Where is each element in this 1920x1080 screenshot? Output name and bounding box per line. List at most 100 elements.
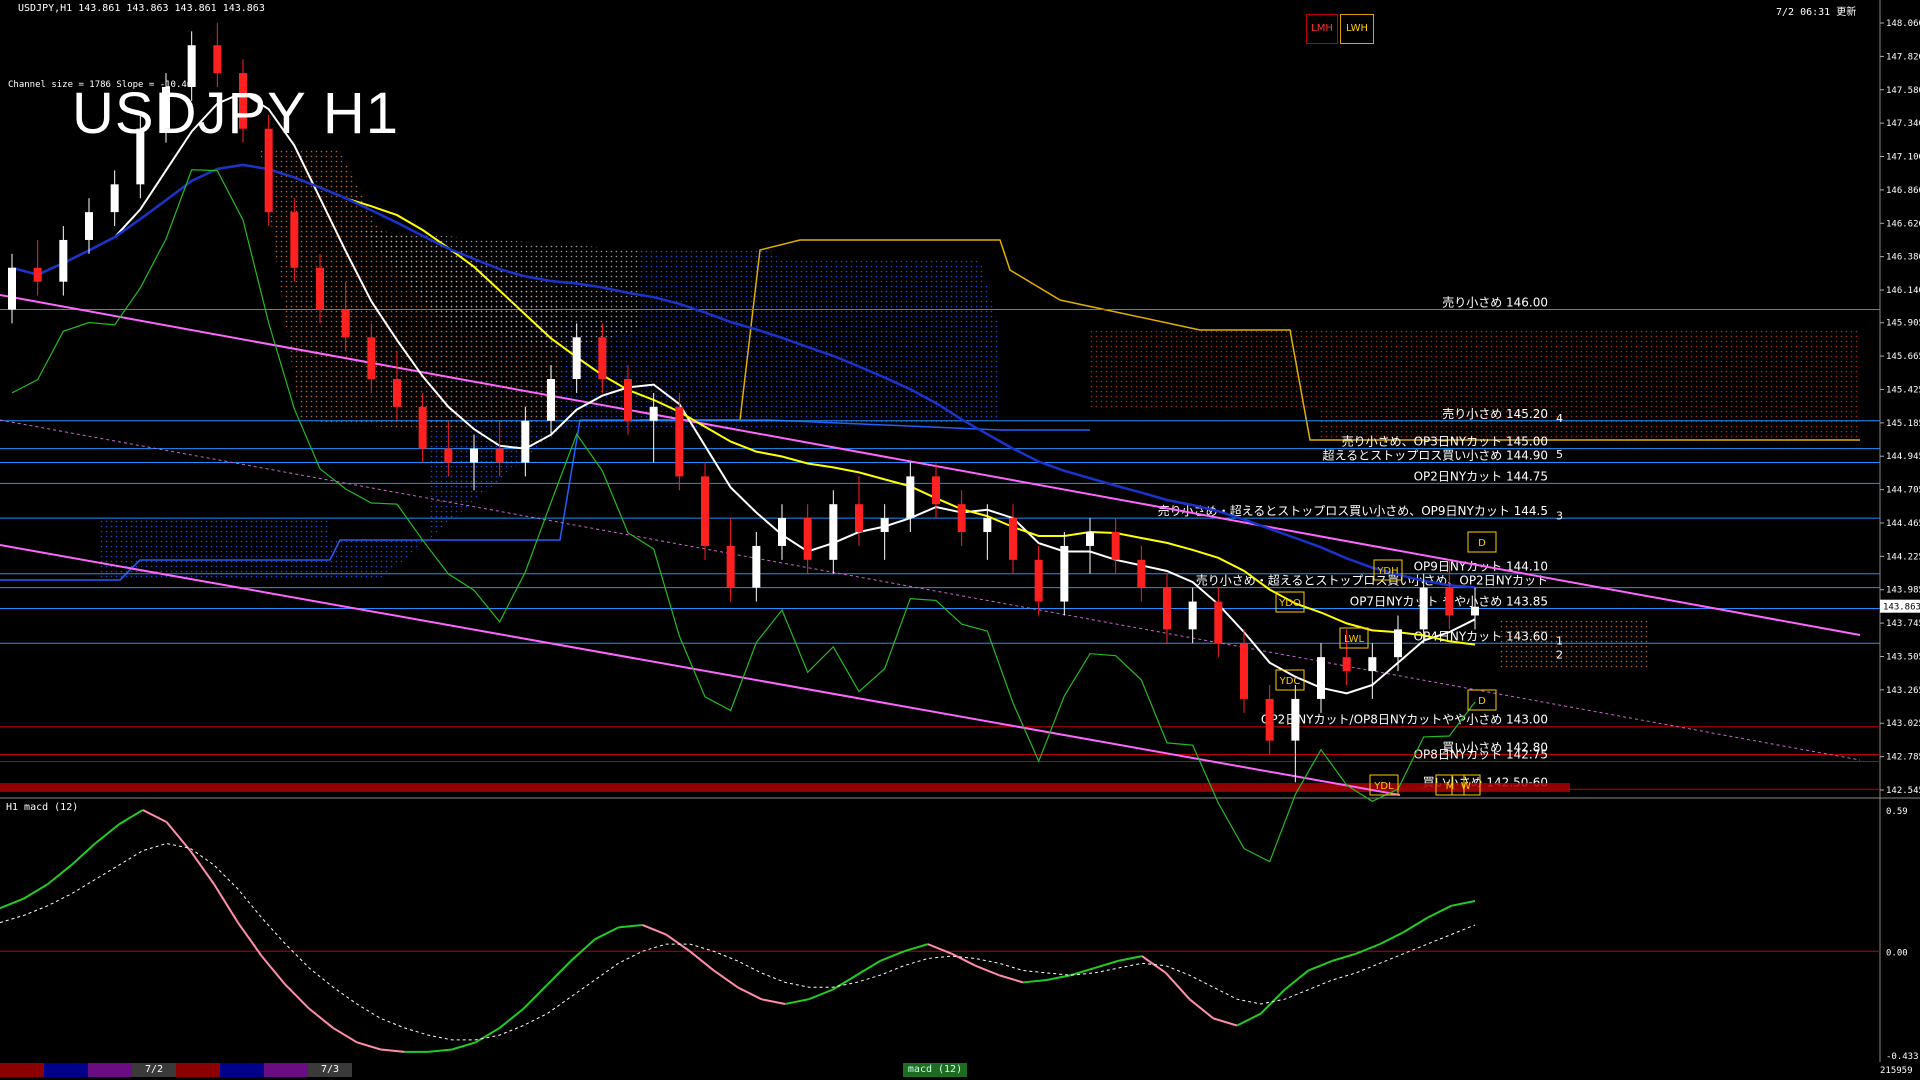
candle-body (624, 379, 632, 421)
macd-segment (879, 950, 905, 962)
macd-segment (142, 809, 167, 823)
macd-segment (737, 986, 762, 1001)
macd-segment (855, 960, 881, 977)
timeframe-segment[interactable]: 7/2 (132, 1063, 176, 1077)
level-tag: 5 (1556, 448, 1563, 461)
macd-segment (213, 883, 239, 924)
candle-body (1163, 587, 1171, 630)
macd-segment (808, 988, 834, 1001)
timeframe-segment[interactable] (88, 1063, 132, 1077)
bottom-zone (0, 783, 1570, 792)
legend-box-lwh: LWH (1340, 14, 1374, 44)
macd-segment (832, 974, 857, 991)
symbol-info: USDJPY,H1 143.861 143.863 143.861 143.86… (18, 3, 265, 14)
box-tag-label: YDO (1278, 598, 1301, 609)
price-tick-label: 144.225 (1886, 552, 1920, 562)
channel-mid (0, 419, 1861, 761)
macd-segment (1141, 955, 1167, 974)
price-tick-label: 145.425 (1886, 385, 1920, 395)
candle-body (33, 267, 42, 282)
macd-segment (1331, 952, 1357, 962)
level-tag: 2 (1556, 648, 1563, 661)
candle-body (726, 545, 735, 588)
candle-body (59, 239, 68, 282)
candle-body (547, 379, 555, 421)
candle-body (367, 337, 376, 380)
level-tag: 1 (1556, 634, 1563, 647)
price-tick-label: 143.265 (1886, 686, 1920, 696)
macd-segment (356, 1041, 381, 1051)
macd-segment (428, 1048, 453, 1053)
price-tick-label: 144.705 (1886, 486, 1920, 496)
candle-body (110, 184, 119, 213)
level-label: OP8日NYカット 142.75 (1414, 747, 1548, 761)
candle-body (1342, 657, 1351, 672)
macd-segment (713, 969, 739, 989)
box-tag-label: M (1446, 781, 1455, 792)
candle-body (803, 518, 812, 560)
timeframe-segment[interactable] (176, 1063, 220, 1077)
candle-body (701, 476, 709, 546)
cloud-future (1500, 620, 1650, 670)
level-label: OP2日NYカット/OP8日NYカットやや小さめ 143.00 (1261, 713, 1548, 727)
macd-segment (189, 850, 215, 885)
price-tick-label: 146.860 (1886, 186, 1920, 196)
candle-body (880, 518, 889, 533)
candle-body (1214, 601, 1223, 644)
price-chart[interactable]: 148.060 147.820 147.580 147.340 147.100 146.8… (0, 0, 1920, 1080)
price-tick-label: 143.505 (1886, 652, 1920, 662)
macd-segment (522, 984, 548, 1010)
macd-segment (1236, 1012, 1262, 1027)
cloud-red (1090, 330, 1860, 440)
macd-segment (1070, 967, 1095, 977)
macd-segment (1046, 974, 1071, 982)
candle-body (1188, 601, 1197, 630)
level-label: 売り小さめ 146.00 (1442, 294, 1548, 309)
macd-segment (380, 1048, 405, 1053)
candle-body (1111, 532, 1120, 560)
macd-segment (784, 998, 810, 1005)
candle-body (1317, 657, 1325, 699)
macd-segment (927, 943, 952, 955)
macd-segment (689, 950, 715, 972)
candle-body (1086, 532, 1094, 546)
candle-body (932, 476, 940, 505)
candle-body (495, 448, 504, 463)
chart-title-label: USDJPY H1 (72, 81, 400, 146)
candle-body (778, 518, 786, 546)
timeframe-segment[interactable] (0, 1063, 44, 1077)
macd-tab[interactable]: macd (12) (903, 1063, 967, 1077)
timeframe-segment[interactable]: 7/3 (308, 1063, 352, 1077)
timeframe-segment[interactable] (220, 1063, 264, 1077)
price-tick-label: 146.140 (1886, 286, 1920, 296)
price-tick-label: 147.340 (1886, 119, 1920, 129)
macd-segment (1094, 959, 1119, 970)
level-tag: 4 (1556, 412, 1563, 425)
timeframe-segment[interactable] (44, 1063, 88, 1077)
macd-segment (570, 938, 596, 962)
macd-segment (641, 924, 667, 936)
price-tick-label: 144.945 (1886, 452, 1920, 462)
moving-averages (11, 91, 1476, 863)
macd-segment (1379, 931, 1405, 946)
macd-segment (903, 943, 929, 953)
macd-tick-label: -0.433 (1886, 1052, 1919, 1062)
level-label: OP9日NYカット 144.10 (1414, 560, 1548, 574)
macd-segment (1308, 959, 1333, 972)
candle-body (855, 504, 863, 533)
macd-segment (475, 1027, 501, 1044)
candle-body (1060, 545, 1069, 602)
macd-signal-line (0, 842, 1476, 1041)
timeframe-segment[interactable] (264, 1063, 308, 1077)
level-label: 売り小さめ、OP3日NYカット 145.00 (1342, 434, 1548, 449)
candle-body (85, 212, 93, 240)
macd-segment (951, 952, 976, 967)
candle-body (1137, 559, 1146, 588)
candle-body (1471, 606, 1479, 616)
box-tag-label: LWL (1344, 634, 1365, 645)
macd-segment (70, 842, 96, 866)
macd-segment (1117, 955, 1143, 962)
candle-body (444, 448, 453, 463)
price-tick-label: 145.185 (1886, 419, 1920, 429)
macd-tick-label: 0.59 (1886, 807, 1908, 817)
